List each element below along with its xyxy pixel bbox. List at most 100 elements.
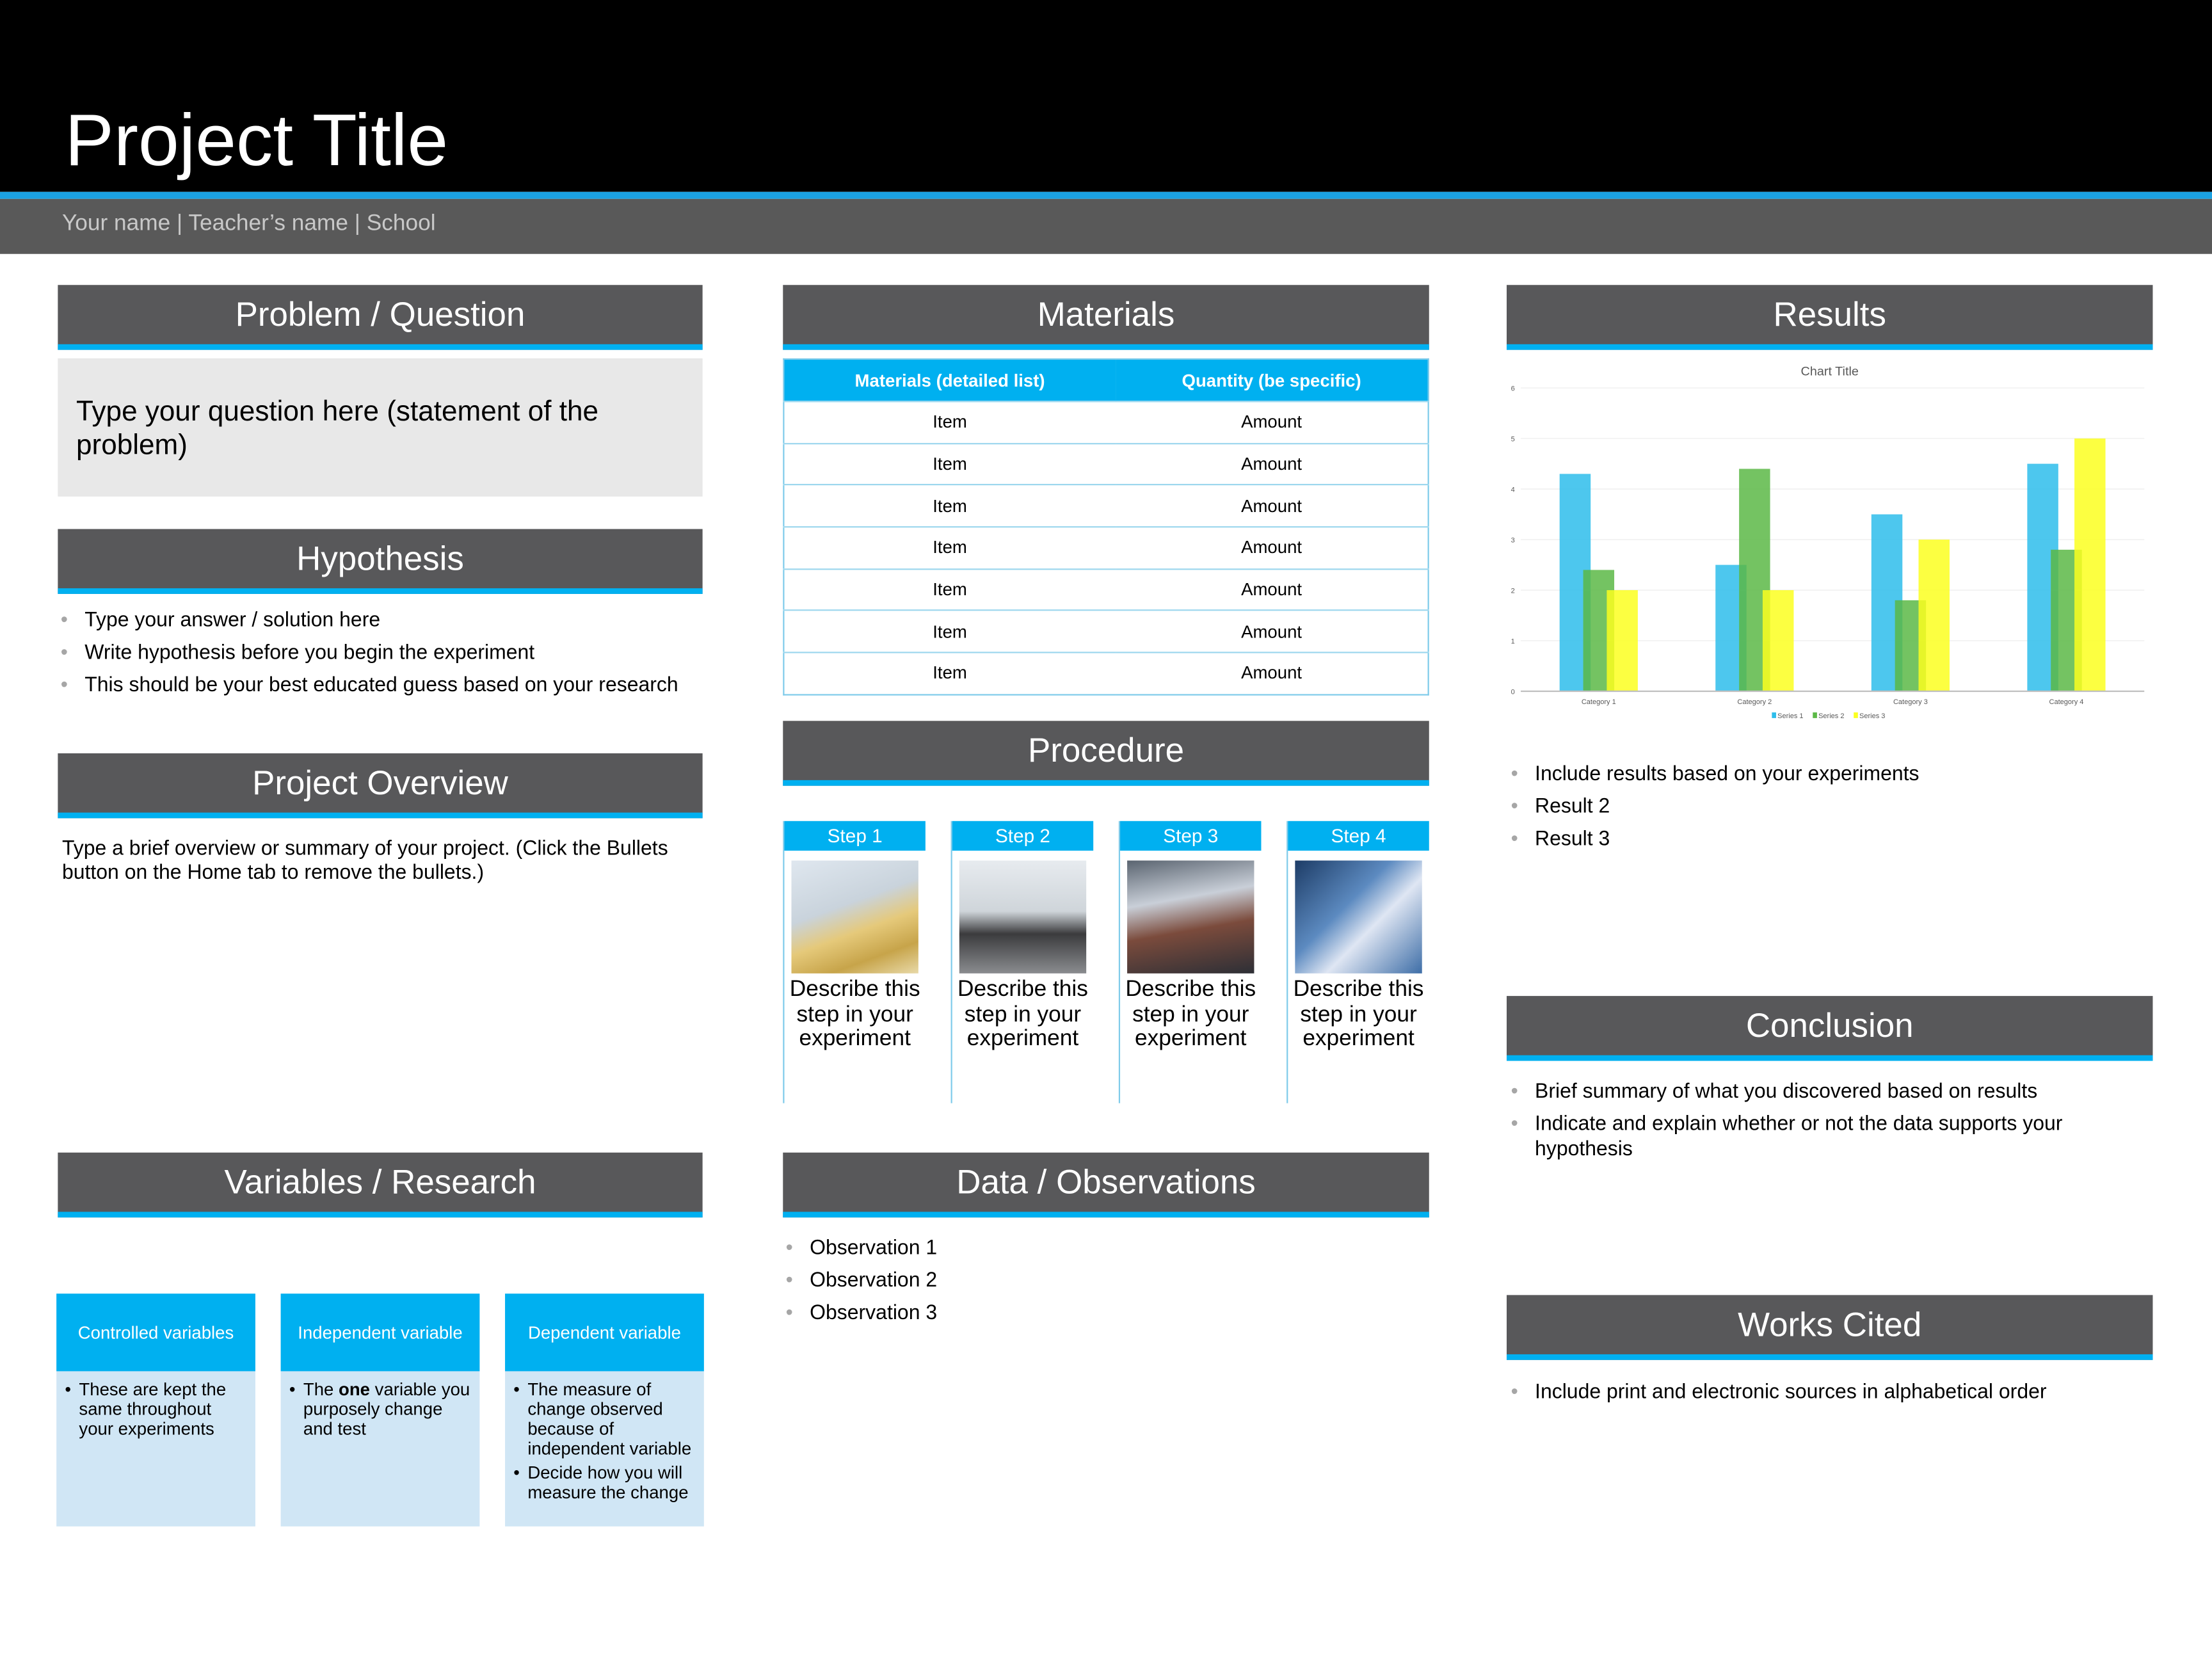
table-cell: Item [783,652,1116,695]
table-cell: Amount [1115,652,1429,695]
step-label: Step 1 [784,821,926,851]
legend-swatch [1854,712,1858,718]
list-item: These are kept the same throughout your … [65,1380,246,1439]
table-cell: Item [783,568,1116,611]
bar-series-3 [1762,590,1794,692]
list-item: Indicate and explain whether or not the … [1508,1112,2129,1162]
legend-label: Series 3 [1859,712,1885,720]
table-cell: Amount [1115,442,1429,485]
box-title: Dependent variable [505,1294,704,1372]
observations-list: Observation 1 Observation 2 Observation … [783,1236,937,1333]
author-line: Your name | Teacher’s name | School [61,211,436,236]
list-item: Decide how you will measure the change [513,1463,695,1503]
students-lab-photo [1127,860,1254,974]
results-header: Results [1506,285,2153,350]
data-observations-header: Data / Observations [783,1152,1429,1218]
results-chart: Chart Title 0 1 2 3 4 5 6 Category 1 Category 2 Ca… [1511,364,2145,720]
table-row: Item Amount [783,652,1429,695]
materials-header: Materials [783,285,1429,350]
list-item: This should be your best educated guess … [58,673,678,698]
hypothesis-header: Hypothesis [58,529,703,594]
y-tick-label: 5 [1511,436,1515,444]
list-item: Type your answer / solution here [58,608,678,634]
box-title: Independent variable [280,1294,480,1372]
y-tick-label: 1 [1511,637,1515,645]
hypothesis-list: Type your answer / solution here Write h… [58,608,678,705]
papers-photo [791,860,918,974]
step-description: Describe this step in your experiment [1125,977,1256,1052]
conclusion-list: Brief summary of what you discovered bas… [1508,1079,2129,1169]
procedure-step-1: Step 1 Describe this step in your experi… [783,821,926,1103]
conclusion-header: Conclusion [1506,996,2153,1061]
table-cell: Amount [1115,400,1429,444]
table-cell: Amount [1115,610,1429,653]
table-cell: Amount [1115,526,1429,569]
results-list: Include results based on your experiment… [1508,762,1919,859]
table-row: Item Amount [783,526,1429,569]
y-tick-label: 6 [1511,385,1515,393]
x-tick-label: Category 2 [1737,698,1772,706]
variables-header: Variables / Research [58,1152,703,1218]
column-header: Quantity (be specific) [1115,358,1429,402]
table-row: Item Amount [783,400,1429,444]
column-header: Materials (detailed list) [783,358,1116,402]
overview-header: Project Overview [58,753,703,819]
bar-series-3 [1918,540,1950,692]
test-tubes-photo [1295,860,1422,974]
step-label: Step 2 [952,821,1094,851]
table-cell: Item [783,484,1116,527]
materials-table: Materials (detailed list) Quantity (be s… [783,358,1429,696]
problem-header: Problem / Question [58,285,703,350]
question-box: Type your question here (statement of th… [58,358,703,497]
list-item: Include print and electronic sources in … [1508,1380,2047,1406]
bar-series-3 [2074,438,2106,692]
controlled-variables-box: Controlled variables These are kept the … [56,1294,255,1527]
x-tick-label: Category 1 [1582,698,1616,706]
table-cell: Item [783,526,1116,569]
accent-line [0,191,2212,199]
step-description: Describe this step in your experiment [1293,977,1424,1052]
table-row: Item Amount [783,568,1429,611]
procedure-step-2: Step 2 Describe this step in your experi… [950,821,1094,1103]
text: The [303,1379,339,1400]
project-title: Project Title [65,100,449,182]
bar-series-3 [1607,590,1638,692]
overview-text: Type a brief overview or summary of your… [61,838,668,885]
legend-swatch [1813,712,1817,718]
list-item: Result 2 [1508,794,1919,820]
list-item: Brief summary of what you discovered bas… [1508,1079,2129,1105]
table-cell: Amount [1115,568,1429,611]
procedure-header: Procedure [783,721,1429,786]
table-cell: Item [783,442,1116,485]
legend-swatch [1772,712,1776,718]
list-item: The measure of change observed because o… [513,1380,695,1459]
list-item: Include results based on your experiment… [1508,762,1919,787]
y-tick-label: 0 [1511,688,1515,696]
works-cited-list: Include print and electronic sources in … [1508,1380,2047,1413]
bold-text: one [339,1379,371,1400]
chart-title: Chart Title [1801,364,1859,378]
box-title: Controlled variables [56,1294,255,1372]
legend-label: Series 2 [1818,712,1844,720]
list-item: Observation 3 [783,1301,937,1326]
list-item: Result 3 [1508,827,1919,853]
table-cell: Amount [1115,484,1429,527]
y-tick-label: 4 [1511,486,1515,493]
y-tick-label: 3 [1511,536,1515,544]
step-label: Step 4 [1288,821,1429,851]
meeting-photo [959,860,1087,974]
legend-label: Series 1 [1777,712,1803,720]
y-tick-label: 2 [1511,587,1515,595]
table-cell: Item [783,400,1116,444]
x-tick-label: Category 3 [1893,698,1928,706]
step-description: Describe this step in your experiment [958,977,1088,1052]
procedure-step-4: Step 4 Describe this step in your experi… [1286,821,1429,1103]
x-tick-label: Category 4 [2049,698,2084,706]
table-cell: Item [783,610,1116,653]
list-item: Observation 2 [783,1268,937,1294]
works-cited-header: Works Cited [1506,1295,2153,1360]
step-description: Describe this step in your experiment [789,977,920,1052]
step-label: Step 3 [1120,821,1262,851]
table-row: Item Amount [783,442,1429,485]
independent-variable-box: Independent variable The one variable yo… [280,1294,480,1527]
